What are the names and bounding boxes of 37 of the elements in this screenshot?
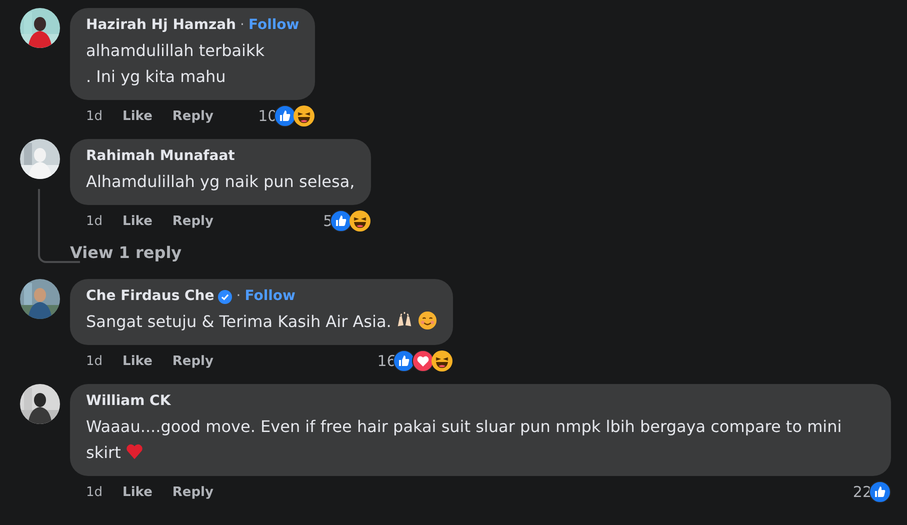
like-link[interactable]: Like [122, 484, 152, 500]
laughing-face-icon [293, 105, 316, 127]
view-replies-link[interactable]: View 1 reply [70, 243, 182, 262]
timestamp: 1d [86, 108, 103, 124]
like-link[interactable]: Like [122, 108, 152, 124]
author-name[interactable]: William CK [86, 392, 171, 411]
reply-link[interactable]: Reply [172, 214, 214, 228]
thumbs-up-icon [869, 481, 891, 503]
timestamp: 1d [86, 354, 103, 368]
like-link[interactable]: Like [122, 214, 152, 228]
reply-link[interactable]: Reply [172, 484, 214, 500]
comment-text: Sangat setuju & Terima Kasih Air Asia. [86, 309, 438, 335]
thumbs-up-icon [393, 350, 416, 372]
thumbs-up-icon [274, 105, 296, 127]
follow-link[interactable]: Follow [244, 287, 296, 306]
author-name[interactable]: Rahimah Munafaat [86, 147, 235, 166]
separator-dot: · [240, 16, 244, 35]
timestamp: 1d [86, 214, 103, 228]
separator-dot: · [236, 287, 241, 306]
comment-text: alhamdulillah terbaikk [86, 40, 266, 62]
laughing-face-icon [431, 350, 454, 372]
reply-link[interactable]: Reply [172, 108, 214, 124]
thumbs-up-icon [330, 210, 352, 232]
smiling-face-icon [418, 311, 438, 330]
comment-text: Waaau....good move. Even if free hair pakai suit sluar pun nmpk lbih bergaya compare to mini skirt [86, 416, 843, 464]
heart-icon [124, 442, 144, 461]
like-link[interactable]: Like [122, 354, 152, 368]
reply-link[interactable]: Reply [172, 354, 214, 368]
timestamp: 1d [86, 484, 103, 500]
reaction-count: 22 [852, 483, 872, 501]
author-name[interactable]: Hazirah Hj Hamzah [86, 16, 236, 35]
heart-reaction-icon [412, 350, 434, 372]
laughing-face-icon [348, 210, 371, 232]
author-name[interactable]: Che Firdaus Che [86, 287, 214, 306]
comment-text: . Ini yg kita mahu [86, 66, 227, 88]
comment-text: Alhamdulillah yg naik pun selesa, [86, 171, 355, 193]
follow-link[interactable]: Follow [248, 16, 300, 35]
